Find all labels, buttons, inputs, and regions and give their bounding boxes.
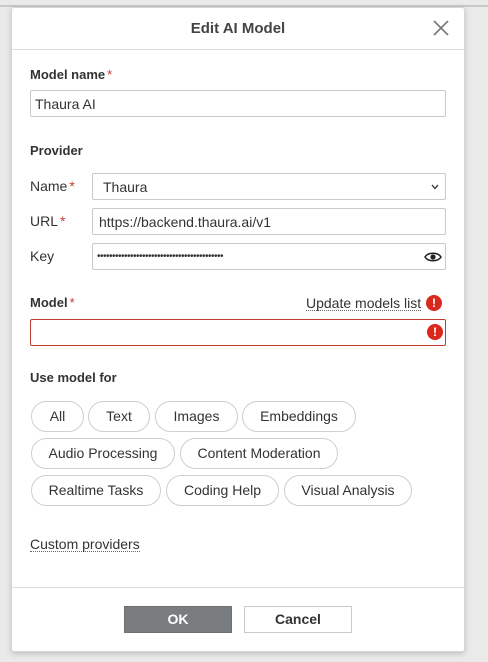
provider-name-select[interactable]: Thaura [92, 173, 446, 200]
model-name-label: Model name * [30, 67, 112, 82]
model-name-input[interactable]: Thaura AI [30, 90, 446, 117]
model-name-label-text: Model name [30, 67, 106, 82]
provider-key-value: ••••••••••••••••••••••••••••••••••••••••… [97, 251, 224, 262]
custom-providers-link[interactable]: Custom providers [30, 537, 140, 552]
chip-all[interactable]: All [31, 401, 84, 432]
provider-key-input[interactable]: ••••••••••••••••••••••••••••••••••••••••… [92, 243, 446, 270]
eye-icon[interactable] [424, 249, 442, 265]
provider-url-value: https://backend.thaura.ai/v1 [99, 214, 271, 230]
use-model-for-label: Use model for [30, 370, 117, 385]
model-name-value: Thaura AI [35, 96, 96, 112]
provider-url-label: URL * [30, 213, 65, 229]
required-mark: * [107, 67, 113, 82]
chip-realtime-tasks[interactable]: Realtime Tasks [31, 475, 161, 506]
provider-name-label-text: Name [30, 178, 68, 194]
update-models-list-link[interactable]: Update models list [306, 296, 422, 311]
provider-section-label: Provider [30, 143, 83, 158]
close-icon[interactable] [432, 19, 450, 37]
provider-name-label: Name * [30, 178, 75, 194]
model-label-text: Model [30, 295, 68, 310]
chip-embeddings[interactable]: Embeddings [242, 401, 356, 432]
provider-key-label: Key [30, 248, 55, 264]
chip-images[interactable]: Images [155, 401, 238, 432]
required-mark: * [69, 295, 75, 310]
chip-content-moderation[interactable]: Content Moderation [180, 438, 338, 469]
chevron-down-icon [431, 184, 439, 190]
provider-url-label-text: URL [30, 213, 59, 229]
error-icon: ! [426, 295, 442, 311]
ok-button[interactable]: OK [124, 606, 232, 633]
required-mark: * [69, 178, 75, 194]
dialog-footer: OK Cancel [12, 587, 464, 652]
chip-visual-analysis[interactable]: Visual Analysis [284, 475, 412, 506]
cancel-button[interactable]: Cancel [244, 606, 352, 633]
provider-url-input[interactable]: https://backend.thaura.ai/v1 [92, 208, 446, 235]
chip-coding-help[interactable]: Coding Help [166, 475, 279, 506]
dialog-header: Edit AI Model [12, 8, 464, 50]
edit-ai-model-dialog: Edit AI Model Model name * Thaura AI Prov… [11, 7, 465, 652]
chip-audio-processing[interactable]: Audio Processing [31, 438, 175, 469]
dialog-title: Edit AI Model [190, 20, 286, 37]
model-input[interactable]: ! [30, 319, 446, 346]
required-mark: * [60, 213, 66, 229]
input-error-icon: ! [427, 324, 443, 340]
chip-text[interactable]: Text [88, 401, 150, 432]
provider-name-value: Thaura [103, 179, 148, 195]
model-label: Model * [30, 295, 75, 310]
